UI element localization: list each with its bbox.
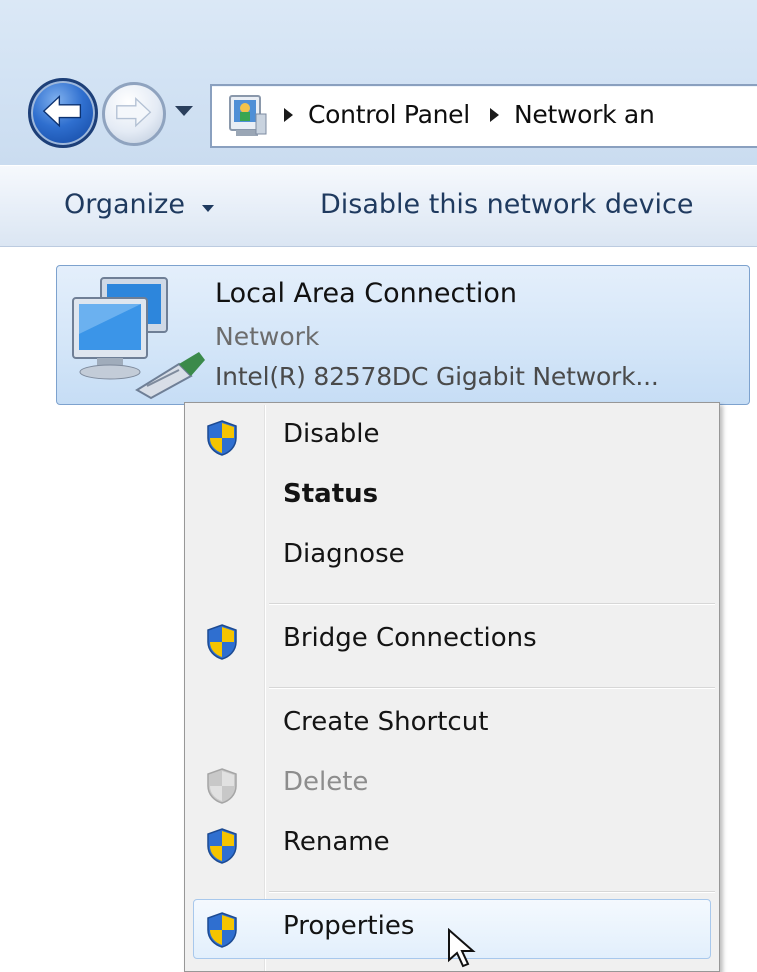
menu-item-label: Bridge Connections: [283, 623, 537, 653]
menu-item-label: Disable: [283, 419, 380, 449]
connection-name: Local Area Connection: [215, 278, 518, 309]
breadcrumb-separator-icon: [284, 108, 293, 122]
breadcrumb-separator-icon[interactable]: [490, 108, 499, 122]
back-arrow-icon: [42, 94, 82, 128]
address-bar[interactable]: Control Panel Network an: [210, 84, 757, 148]
menu-separator: [269, 603, 715, 605]
menu-separator: [269, 891, 715, 893]
network-adapter-icon: [72, 277, 205, 400]
menu-item-label: Diagnose: [283, 539, 405, 569]
command-bar: Organize Disable this network device: [0, 166, 757, 247]
breadcrumb-network[interactable]: Network an: [514, 100, 655, 129]
forward-button[interactable]: [102, 82, 166, 146]
uac-shield-icon: [207, 828, 237, 864]
context-menu: Disable Status Diagnose Bridge Connectio…: [184, 402, 720, 972]
menu-item-label: Properties: [283, 911, 415, 941]
disable-device-button[interactable]: Disable this network device: [320, 189, 694, 220]
recent-pages-dropdown-icon[interactable]: [172, 98, 196, 122]
breadcrumb-control-panel[interactable]: Control Panel: [308, 100, 470, 129]
menu-item-status[interactable]: Status: [187, 467, 717, 527]
forward-arrow-icon: [116, 97, 152, 128]
menu-item-bridge-connections[interactable]: Bridge Connections: [187, 611, 717, 671]
uac-shield-icon: [207, 420, 237, 456]
menu-separator: [269, 687, 715, 689]
menu-item-label: Create Shortcut: [283, 707, 489, 737]
menu-item-label: Status: [283, 479, 379, 509]
menu-item-label: Delete: [283, 767, 369, 797]
connection-adapter: Intel(R) 82578DC Gigabit Network...: [215, 362, 659, 391]
connection-status: Network: [215, 322, 320, 351]
uac-shield-icon: [207, 768, 237, 804]
menu-item-delete: Delete: [187, 755, 717, 815]
organize-button[interactable]: Organize: [64, 189, 185, 220]
menu-item-rename[interactable]: Rename: [187, 815, 717, 875]
menu-item-label: Rename: [283, 827, 390, 857]
back-button[interactable]: [28, 78, 98, 148]
chevron-down-icon: [202, 205, 214, 212]
mouse-pointer-icon: [448, 928, 476, 968]
network-connection-item[interactable]: Local Area Connection Network Intel(R) 8…: [56, 265, 750, 405]
menu-item-create-shortcut[interactable]: Create Shortcut: [187, 695, 717, 755]
window-titlebar: Control Panel Network an: [0, 0, 757, 165]
uac-shield-icon: [207, 912, 237, 948]
menu-item-disable[interactable]: Disable: [187, 407, 717, 467]
uac-shield-icon: [207, 624, 237, 660]
control-panel-icon: [229, 95, 267, 136]
menu-item-diagnose[interactable]: Diagnose: [187, 527, 717, 587]
